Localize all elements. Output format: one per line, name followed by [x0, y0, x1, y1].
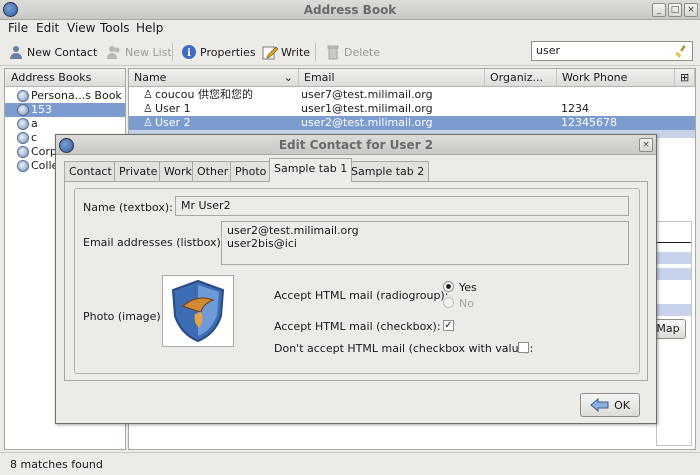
shield-bird-icon — [171, 279, 225, 343]
tab-panel: Name (textbox): Mr User2 Email addresses… — [64, 181, 648, 381]
email-list-item[interactable]: user2bis@ici — [227, 237, 623, 250]
column-header-name[interactable]: Name ⌄ — [129, 69, 299, 87]
address-book-icon — [17, 90, 29, 102]
toolbar-separator — [172, 43, 173, 61]
search-value: user — [536, 44, 560, 57]
contact-icon: ♙ — [143, 116, 153, 129]
email-listbox[interactable]: user2@test.milimail.org user2bis@ici — [221, 221, 629, 265]
write-label: Write — [281, 45, 311, 59]
new-list-label: New List — [125, 45, 172, 59]
sort-chevron-icon: ⌄ — [283, 71, 293, 84]
tab-private[interactable]: Private — [114, 161, 163, 181]
tab-photo[interactable]: Photo — [230, 161, 272, 181]
address-book-item[interactable]: 153 — [5, 103, 125, 117]
ldap-book-icon — [17, 104, 29, 116]
close-icon[interactable]: × — [684, 3, 698, 17]
column-header-work-phone[interactable]: Work Phone — [557, 69, 675, 87]
write-button[interactable]: Write — [262, 43, 310, 61]
photo-image — [162, 275, 234, 347]
pencil-icon — [262, 46, 278, 60]
radio-no-label: No — [459, 297, 474, 310]
name-label: Name (textbox): — [83, 201, 173, 214]
new-list-button[interactable]: New List — [106, 43, 172, 61]
svg-text:i: i — [187, 48, 191, 59]
edit-contact-dialog: Edit Contact for User 2 × Contact Privat… — [55, 134, 657, 424]
properties-label: Properties — [200, 45, 256, 59]
clear-broom-icon[interactable] — [675, 44, 689, 58]
address-books-header: Address Books — [5, 69, 125, 87]
toolbar-separator — [315, 43, 316, 61]
radio-no[interactable] — [443, 297, 454, 308]
email-label: Email addresses (listbox): — [83, 236, 225, 249]
photo-label: Photo (image): — [83, 310, 165, 323]
checkbox2-label: Don't accept HTML mail (checkbox with va… — [274, 342, 534, 355]
ok-button[interactable]: OK — [580, 393, 640, 417]
contact-icon: ♙ — [143, 88, 153, 101]
address-book-icon — [17, 160, 29, 172]
column-header-email[interactable]: Email — [299, 69, 485, 87]
minimize-icon[interactable]: _ — [652, 3, 666, 17]
ldap-book-icon — [17, 146, 29, 158]
menu-help[interactable]: Help — [136, 21, 163, 35]
window-titlebar: Address Book _ □ × — [0, 0, 700, 20]
tab-contact[interactable]: Contact — [64, 161, 117, 181]
ldap-book-icon — [17, 118, 29, 130]
tab-other[interactable]: Other — [192, 161, 234, 181]
menu-view[interactable]: View — [67, 21, 95, 35]
column-picker-icon[interactable]: ⊞ — [675, 69, 695, 87]
new-contact-icon — [10, 46, 22, 59]
table-row[interactable]: ♙ User 1 user1@test.milimail.org 1234 — [129, 102, 695, 116]
tab-sample-1[interactable]: Sample tab 1 — [269, 158, 353, 182]
trash-icon — [327, 45, 339, 60]
dont-accept-html-checkbox[interactable] — [518, 342, 529, 353]
email-list-item[interactable]: user2@test.milimail.org — [227, 224, 623, 237]
name-textbox[interactable]: Mr User2 — [175, 196, 629, 216]
dialog-close-icon[interactable]: × — [639, 138, 653, 152]
dialog-app-icon — [59, 138, 74, 153]
sample-groupbox: Name (textbox): Mr User2 Email addresses… — [74, 188, 640, 374]
delete-button[interactable]: Delete — [325, 43, 380, 61]
new-contact-label: New Contact — [27, 45, 98, 59]
address-book-item[interactable]: a — [5, 117, 125, 131]
table-row[interactable]: ♙ User 2 user2@test.milimail.org 1234567… — [129, 116, 695, 130]
new-contact-button[interactable]: New Contact — [8, 43, 97, 61]
menu-file[interactable]: File — [8, 21, 28, 35]
radio-yes-label: Yes — [459, 281, 477, 294]
radio-yes[interactable] — [443, 281, 454, 292]
status-bar: 8 matches found — [0, 452, 700, 475]
back-arrow-icon — [590, 398, 609, 412]
table-row[interactable]: ♙ coucou 供您和您的 user7@test.milimail.org — [129, 88, 695, 102]
ldap-book-icon — [17, 132, 29, 144]
checkbox-label: Accept HTML mail (checkbox): — [274, 320, 441, 333]
menu-tools[interactable]: Tools — [100, 21, 130, 35]
search-input[interactable]: user — [531, 41, 693, 61]
contact-icon: ♙ — [143, 102, 153, 115]
menu-edit[interactable]: Edit — [36, 21, 59, 35]
properties-button[interactable]: i Properties — [181, 43, 256, 61]
column-header-organization[interactable]: Organiz... — [485, 69, 557, 87]
info-icon: i — [182, 45, 196, 59]
dialog-title: Edit Contact for User 2 — [56, 135, 656, 155]
address-book-item[interactable]: Persona...s Book — [5, 89, 125, 103]
tab-sample-2[interactable]: Sample tab 2 — [346, 161, 430, 181]
radiogroup-label: Accept HTML mail (radiogroup): — [274, 289, 449, 302]
window-title: Address Book — [303, 3, 397, 17]
delete-label: Delete — [344, 45, 381, 59]
accept-html-checkbox[interactable]: ✓ — [443, 320, 454, 331]
menubar: File Edit View Tools Help — [0, 20, 700, 38]
maximize-icon[interactable]: □ — [668, 3, 682, 17]
new-list-icon — [107, 46, 120, 59]
